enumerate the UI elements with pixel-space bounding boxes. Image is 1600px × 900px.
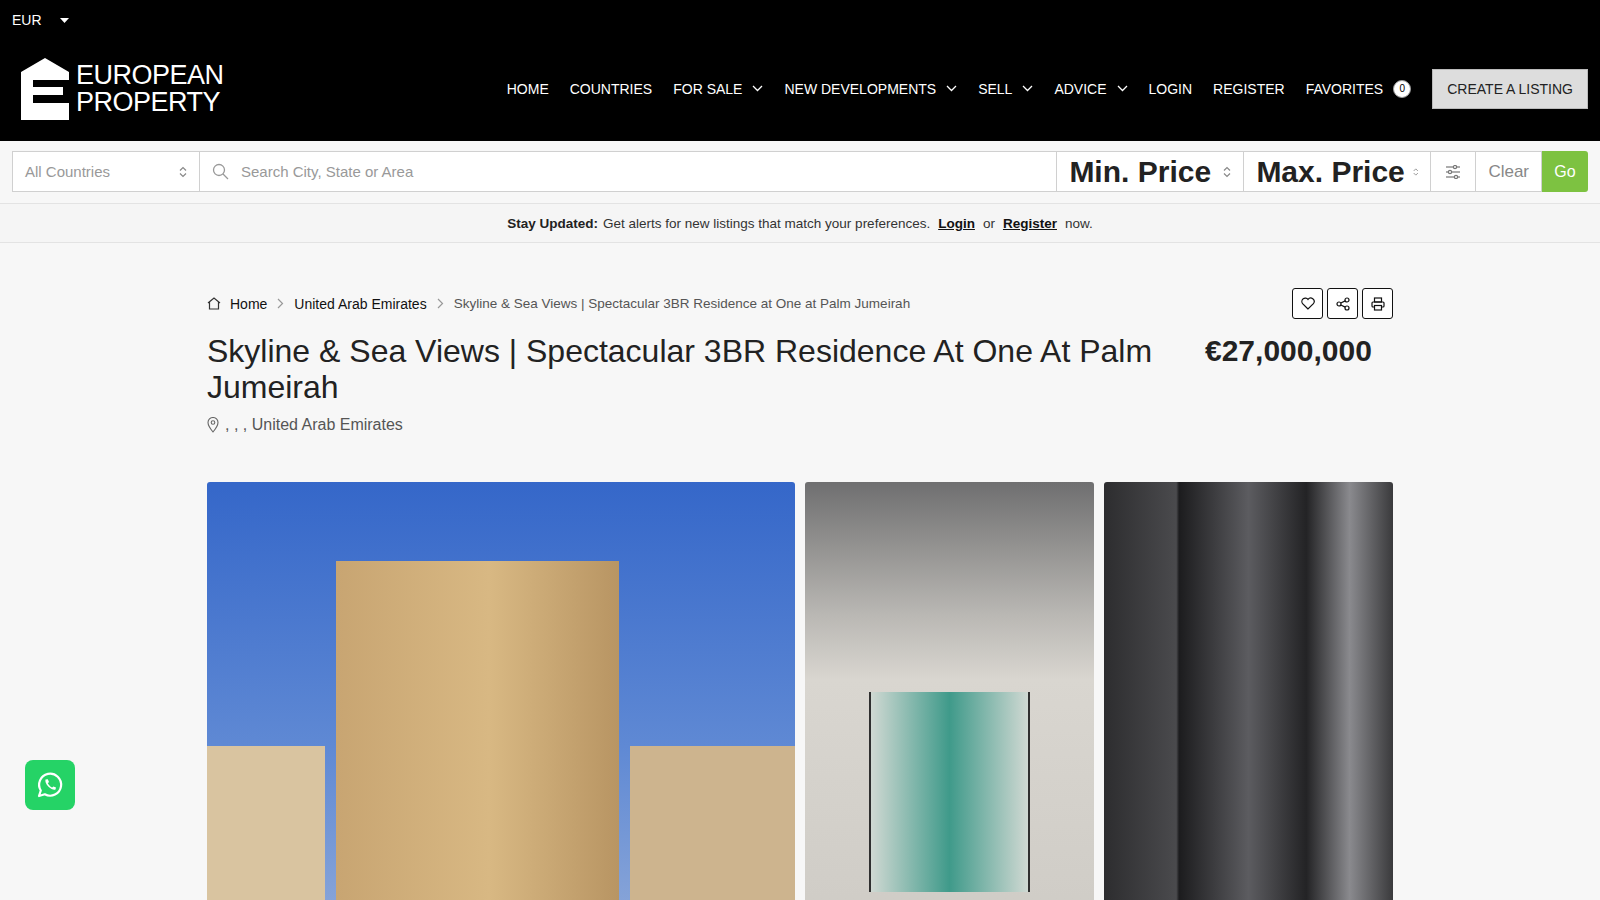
whatsapp-button[interactable] [25,760,75,810]
max-price-value: Max. Price [1256,155,1404,189]
home-icon [207,297,221,310]
breadcrumb-item: Skyline & Sea Views | Spectacular 3BR Re… [454,296,910,311]
min-price-value: Min. Price [1069,155,1211,189]
alert-lead: Stay Updated: [507,216,598,231]
nav-item[interactable]: HOME [507,81,549,97]
max-price-select[interactable]: Max. Price [1243,151,1431,192]
chevron-down-icon [946,85,957,92]
print-button[interactable] [1362,288,1393,319]
nav-item[interactable]: NEW DEVELOPMENTS [784,81,957,97]
nav-item[interactable]: SELL [978,81,1033,97]
nav-label: COUNTRIES [570,81,652,97]
listing-header: Skyline & Sea Views | Spectacular 3BR Re… [207,334,1393,434]
location-text: , , , United Arab Emirates [225,416,403,434]
breadcrumb-row: Home United Arab Emirates Skyline & Sea Vi… [207,288,1393,319]
whatsapp-icon [34,769,66,801]
main-photo[interactable] [207,482,795,900]
listing-actions [1292,288,1393,319]
nav-item[interactable]: COUNTRIES [570,81,652,97]
breadcrumb-label: Skyline & Sea Views | Spectacular 3BR Re… [454,296,910,311]
nav-item[interactable]: REGISTER [1213,81,1285,97]
alert-end: now. [1065,216,1093,231]
alert-login-link[interactable]: Login [938,216,975,231]
listing-price: €27,000,000 [1205,334,1393,368]
search-icon [212,163,229,180]
breadcrumb-item[interactable]: Home [207,296,267,312]
logo-line: EUROPEAN [76,62,224,89]
gallery-photo[interactable] [1104,482,1393,900]
nav-item[interactable]: LOGIN [1149,81,1193,97]
gallery-photo[interactable] [805,482,1094,900]
main-nav: HOME COUNTRIES FOR SALE NEW DEVELOPMENTS SEL… [507,69,1588,109]
photo-gallery [207,482,1393,900]
logo-line: PROPERTY [76,89,224,116]
nav-label: HOME [507,81,549,97]
location-search-field[interactable] [199,151,1057,192]
main-bar: EUROPEANPROPERTY HOME COUNTRIES FOR SALE NEW… [0,40,1600,141]
create-listing-button[interactable]: CREATE A LISTING [1432,69,1588,109]
listing-location: , , , United Arab Emirates [207,416,1165,434]
breadcrumb-label: Home [230,296,267,312]
nav-label: LOGIN [1149,81,1193,97]
logo-text: EUROPEANPROPERTY [76,62,224,116]
select-arrows-icon [1413,166,1419,178]
chevron-down-icon [1022,85,1033,92]
favorite-button[interactable] [1292,288,1323,319]
breadcrumb-label: United Arab Emirates [294,296,426,312]
nav-item[interactable]: ADVICE [1054,81,1127,97]
site-header: EUR EUROPEANPROPERTY HOME COUNTRIES FOR SALE… [0,0,1600,141]
top-bar: EUR [0,0,1600,40]
alert-or: or [983,216,995,231]
filters-button[interactable] [1430,151,1476,192]
logo[interactable]: EUROPEANPROPERTY [20,58,224,120]
printer-icon [1371,297,1385,311]
alert-register-link[interactable]: Register [1003,216,1057,231]
heart-icon [1301,297,1315,310]
favorites-link[interactable]: FAVORITES 0 [1306,80,1412,98]
nav-label: REGISTER [1213,81,1285,97]
alert-bar: Stay Updated: Get alerts for new listings… [0,203,1600,243]
share-icon [1336,297,1350,311]
chevron-down-icon [752,85,763,92]
page: EUR EUROPEANPROPERTY HOME COUNTRIES FOR SALE… [0,0,1600,900]
clear-button[interactable]: Clear [1475,151,1542,192]
min-price-select[interactable]: Min. Price [1056,151,1244,192]
listing-content: Home United Arab Emirates Skyline & Sea Vi… [207,243,1393,900]
country-select[interactable]: All Countries [12,151,200,192]
country-select-value: All Countries [25,163,110,180]
listing-title: Skyline & Sea Views | Spectacular 3BR Re… [207,334,1165,406]
alert-text: Get alerts for new listings that match y… [603,216,930,231]
location-pin-icon [207,417,219,433]
sliders-icon [1445,165,1461,179]
select-arrows-icon [179,166,187,178]
nav-item[interactable]: FOR SALE [673,81,763,97]
location-search-input[interactable] [239,162,1044,181]
currency-label: EUR [12,12,42,28]
breadcrumb-item[interactable]: United Arab Emirates [294,296,426,312]
logo-house-icon [20,58,70,120]
chevron-down-icon [1117,85,1128,92]
listing-title-block: Skyline & Sea Views | Spectacular 3BR Re… [207,334,1165,434]
caret-down-icon [60,18,69,23]
share-button[interactable] [1327,288,1358,319]
select-arrows-icon [1223,166,1231,178]
nav-label: FAVORITES [1306,81,1384,97]
nav-label: ADVICE [1054,81,1106,97]
currency-select[interactable]: EUR [12,12,69,28]
search-bar: All Countries Min. Price Max. Price ClearGo [0,141,1600,203]
favorites-count-badge: 0 [1393,80,1411,98]
breadcrumb-chevron-icon [437,298,444,309]
breadcrumb-chevron-icon [277,298,284,309]
nav-label: SELL [978,81,1012,97]
nav-label: NEW DEVELOPMENTS [784,81,936,97]
nav-label: FOR SALE [673,81,742,97]
go-button[interactable]: Go [1542,151,1588,192]
breadcrumb: Home United Arab Emirates Skyline & Sea Vi… [207,296,910,312]
